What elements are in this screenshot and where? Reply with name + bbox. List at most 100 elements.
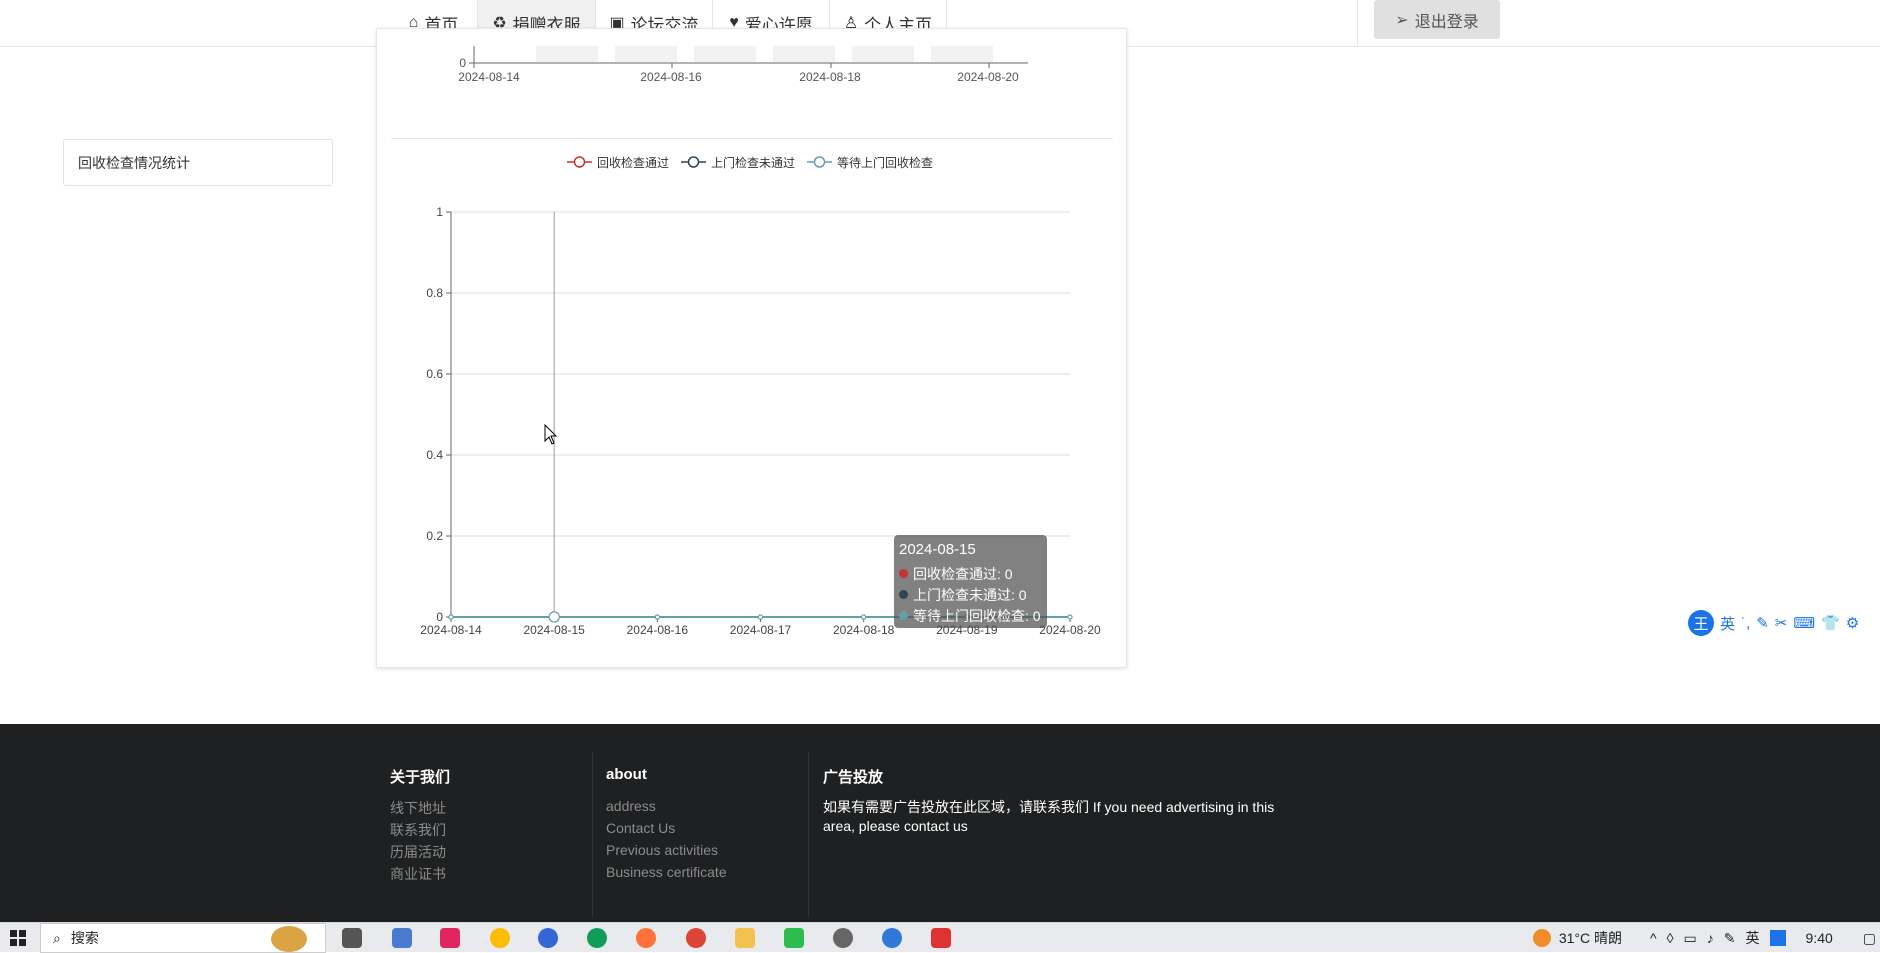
windows-start-icon[interactable] [10,930,26,951]
x-tick-label: 2024-08-18 [833,623,895,637]
nav-separator [1357,0,1358,46]
tray-ime-lang[interactable]: 英 [1746,928,1760,948]
legend-marker [807,156,833,168]
firefox-icon[interactable] [636,928,656,948]
settings-icon[interactable] [833,928,853,948]
system-tray: 31°C 晴朗 ^ ◊ ▭ ♪ ✎ 英 9:40 ▢ [1532,923,1880,953]
top-chart-bars [536,46,993,62]
chrome-icon-2[interactable] [686,928,706,948]
top-chart: 0 2024-08-14 2024-08-16 2024-08-18 2024-08-… [458,46,1028,84]
x-tick-label: 2024-08-20 [1039,623,1101,637]
scissors-icon[interactable]: ✂ [1775,614,1788,632]
data-point[interactable] [1067,614,1073,620]
x-tick-label: 2024-08-14 [420,623,482,637]
tray-shield-icon[interactable]: ◊ [1667,930,1674,946]
chrome-icon[interactable] [490,928,510,948]
footer-title-ads: 广告投放 [823,769,884,786]
tooltip-row-label: 等待上门回收检查: 0 [913,607,1041,624]
notification-icon[interactable]: ▢ [1863,930,1876,947]
taskbar-search[interactable]: ⌕ 搜索 [40,923,326,953]
data-point[interactable] [861,614,867,620]
sidebar-item-recycle-stats[interactable]: 回收检查情况统计 [63,139,333,186]
footer-link[interactable]: Previous activities [606,842,718,858]
footer-link[interactable]: 商业证书 [390,864,446,884]
wechat-icon[interactable] [784,928,804,948]
legend-item[interactable]: 回收检查通过 [567,154,669,171]
pen-icon[interactable]: ✎ [1756,614,1769,632]
mouse-cursor-icon [544,424,558,445]
tooltip-dot [899,590,908,599]
data-point[interactable] [758,614,763,620]
footer-title-about-us: 关于我们 [390,769,451,786]
app-icon-2[interactable] [538,928,558,948]
tray-volume-icon[interactable]: ♪ [1707,930,1714,946]
top-x-tick-label: 2024-08-16 [640,70,702,84]
footer-link[interactable]: address [606,798,656,814]
keyboard-icon[interactable]: ⌨ [1793,614,1815,632]
app-icon-1[interactable] [392,928,412,948]
chart-tooltip: 2024-08-15 回收检查通过: 0 上门检查未通过: 0 等待上门回收检查… [894,535,1047,628]
footer-link[interactable]: 线下地址 [390,798,446,818]
ime-lang-toggle[interactable]: 英 [1720,613,1735,634]
tray-network-icon[interactable]: ▭ [1684,930,1697,947]
x-tick-label: 2024-08-15 [523,623,585,637]
x-tick-label: 2024-08-17 [730,623,792,637]
tray-chevron-icon[interactable]: ^ [1650,930,1657,946]
footer: 关于我们 线下地址 联系我们 历届活动 商业证书 about address C… [0,724,1880,922]
footer-title-about: about [606,766,647,783]
shirt-icon[interactable]: 👕 [1821,614,1840,632]
taskbar: ⌕ 搜索 31°C 晴朗 ^ ◊ ▭ ♪ ✎ 英 9:40 ▢ [0,922,1880,953]
data-point[interactable] [548,611,560,623]
edge-icon[interactable] [587,928,607,948]
logout-label: 退出登录 [1414,13,1479,31]
app-icon-4[interactable] [931,928,951,948]
top-x-ticks: 2024-08-14 2024-08-16 2024-08-18 2024-08-20 [458,63,1019,84]
y-tick-label: 0.2 [426,529,443,543]
tooltip-row-label: 回收检查通过: 0 [913,565,1013,582]
chart-legend: 回收检查通过 上门检查未通过 等待上门回收检查 [567,153,933,171]
gear-icon[interactable]: ⚙ [1846,614,1859,632]
tray-ime-icon[interactable] [1769,930,1786,946]
top-x-tick-label: 2024-08-14 [458,70,520,84]
top-chart-bar [694,46,756,62]
y-tick-label: 0.6 [426,367,443,381]
weather-icon [1532,929,1551,947]
punctuation-icon[interactable]: ˙, [1741,615,1750,632]
sidebar-item-label: 回收检查情况统计 [78,154,190,171]
tooltip-dot [899,611,908,620]
top-chart-bar [615,46,677,62]
footer-separator [808,752,809,917]
legend-item[interactable]: 上门检查未通过 [681,154,795,171]
ime-toolbar: 王 英 ˙, ✎ ✂ ⌨ 👕 ⚙ [1688,608,1880,638]
file-explorer-icon[interactable] [735,928,755,948]
tooltip-row: 上门检查未通过: 0 [899,584,1047,605]
tray-pen-icon[interactable]: ✎ [1724,930,1736,947]
y-tick-label: 0.4 [426,448,443,462]
legend-item[interactable]: 等待上门回收检查 [807,154,933,171]
tooltip-title: 2024-08-15 [899,541,976,558]
clock[interactable]: 9:40 [1806,930,1833,946]
ime-logo-icon[interactable]: 王 [1688,610,1714,636]
tooltip-row-label: 上门检查未通过: 0 [913,586,1027,603]
tooltip-row: 回收检查通过: 0 [899,563,1047,584]
app-icon-3[interactable] [882,928,902,948]
legend-label: 回收检查通过 [597,155,670,170]
task-view-icon[interactable] [342,928,362,948]
y-tick-label: 0 [436,610,443,624]
legend-label: 等待上门回收检查 [837,155,934,170]
weather-text[interactable]: 31°C 晴朗 [1559,928,1622,948]
top-y-tick: 0 [459,56,466,70]
top-chart-bar [852,46,914,62]
legend-marker [567,156,592,168]
footer-link[interactable]: 联系我们 [390,820,446,840]
top-chart-bar [536,46,598,62]
data-point[interactable] [654,614,660,620]
chart-divider [391,138,1113,139]
logout-button[interactable]: ➢ 退出登录 [1374,0,1500,39]
search-icon: ⌕ [53,929,61,946]
footer-link[interactable]: 历届活动 [390,842,446,862]
footer-link[interactable]: Business certificate [606,864,727,880]
intellij-icon[interactable] [440,928,460,948]
footer-link[interactable]: Contact Us [606,820,675,836]
data-point[interactable] [448,614,454,620]
